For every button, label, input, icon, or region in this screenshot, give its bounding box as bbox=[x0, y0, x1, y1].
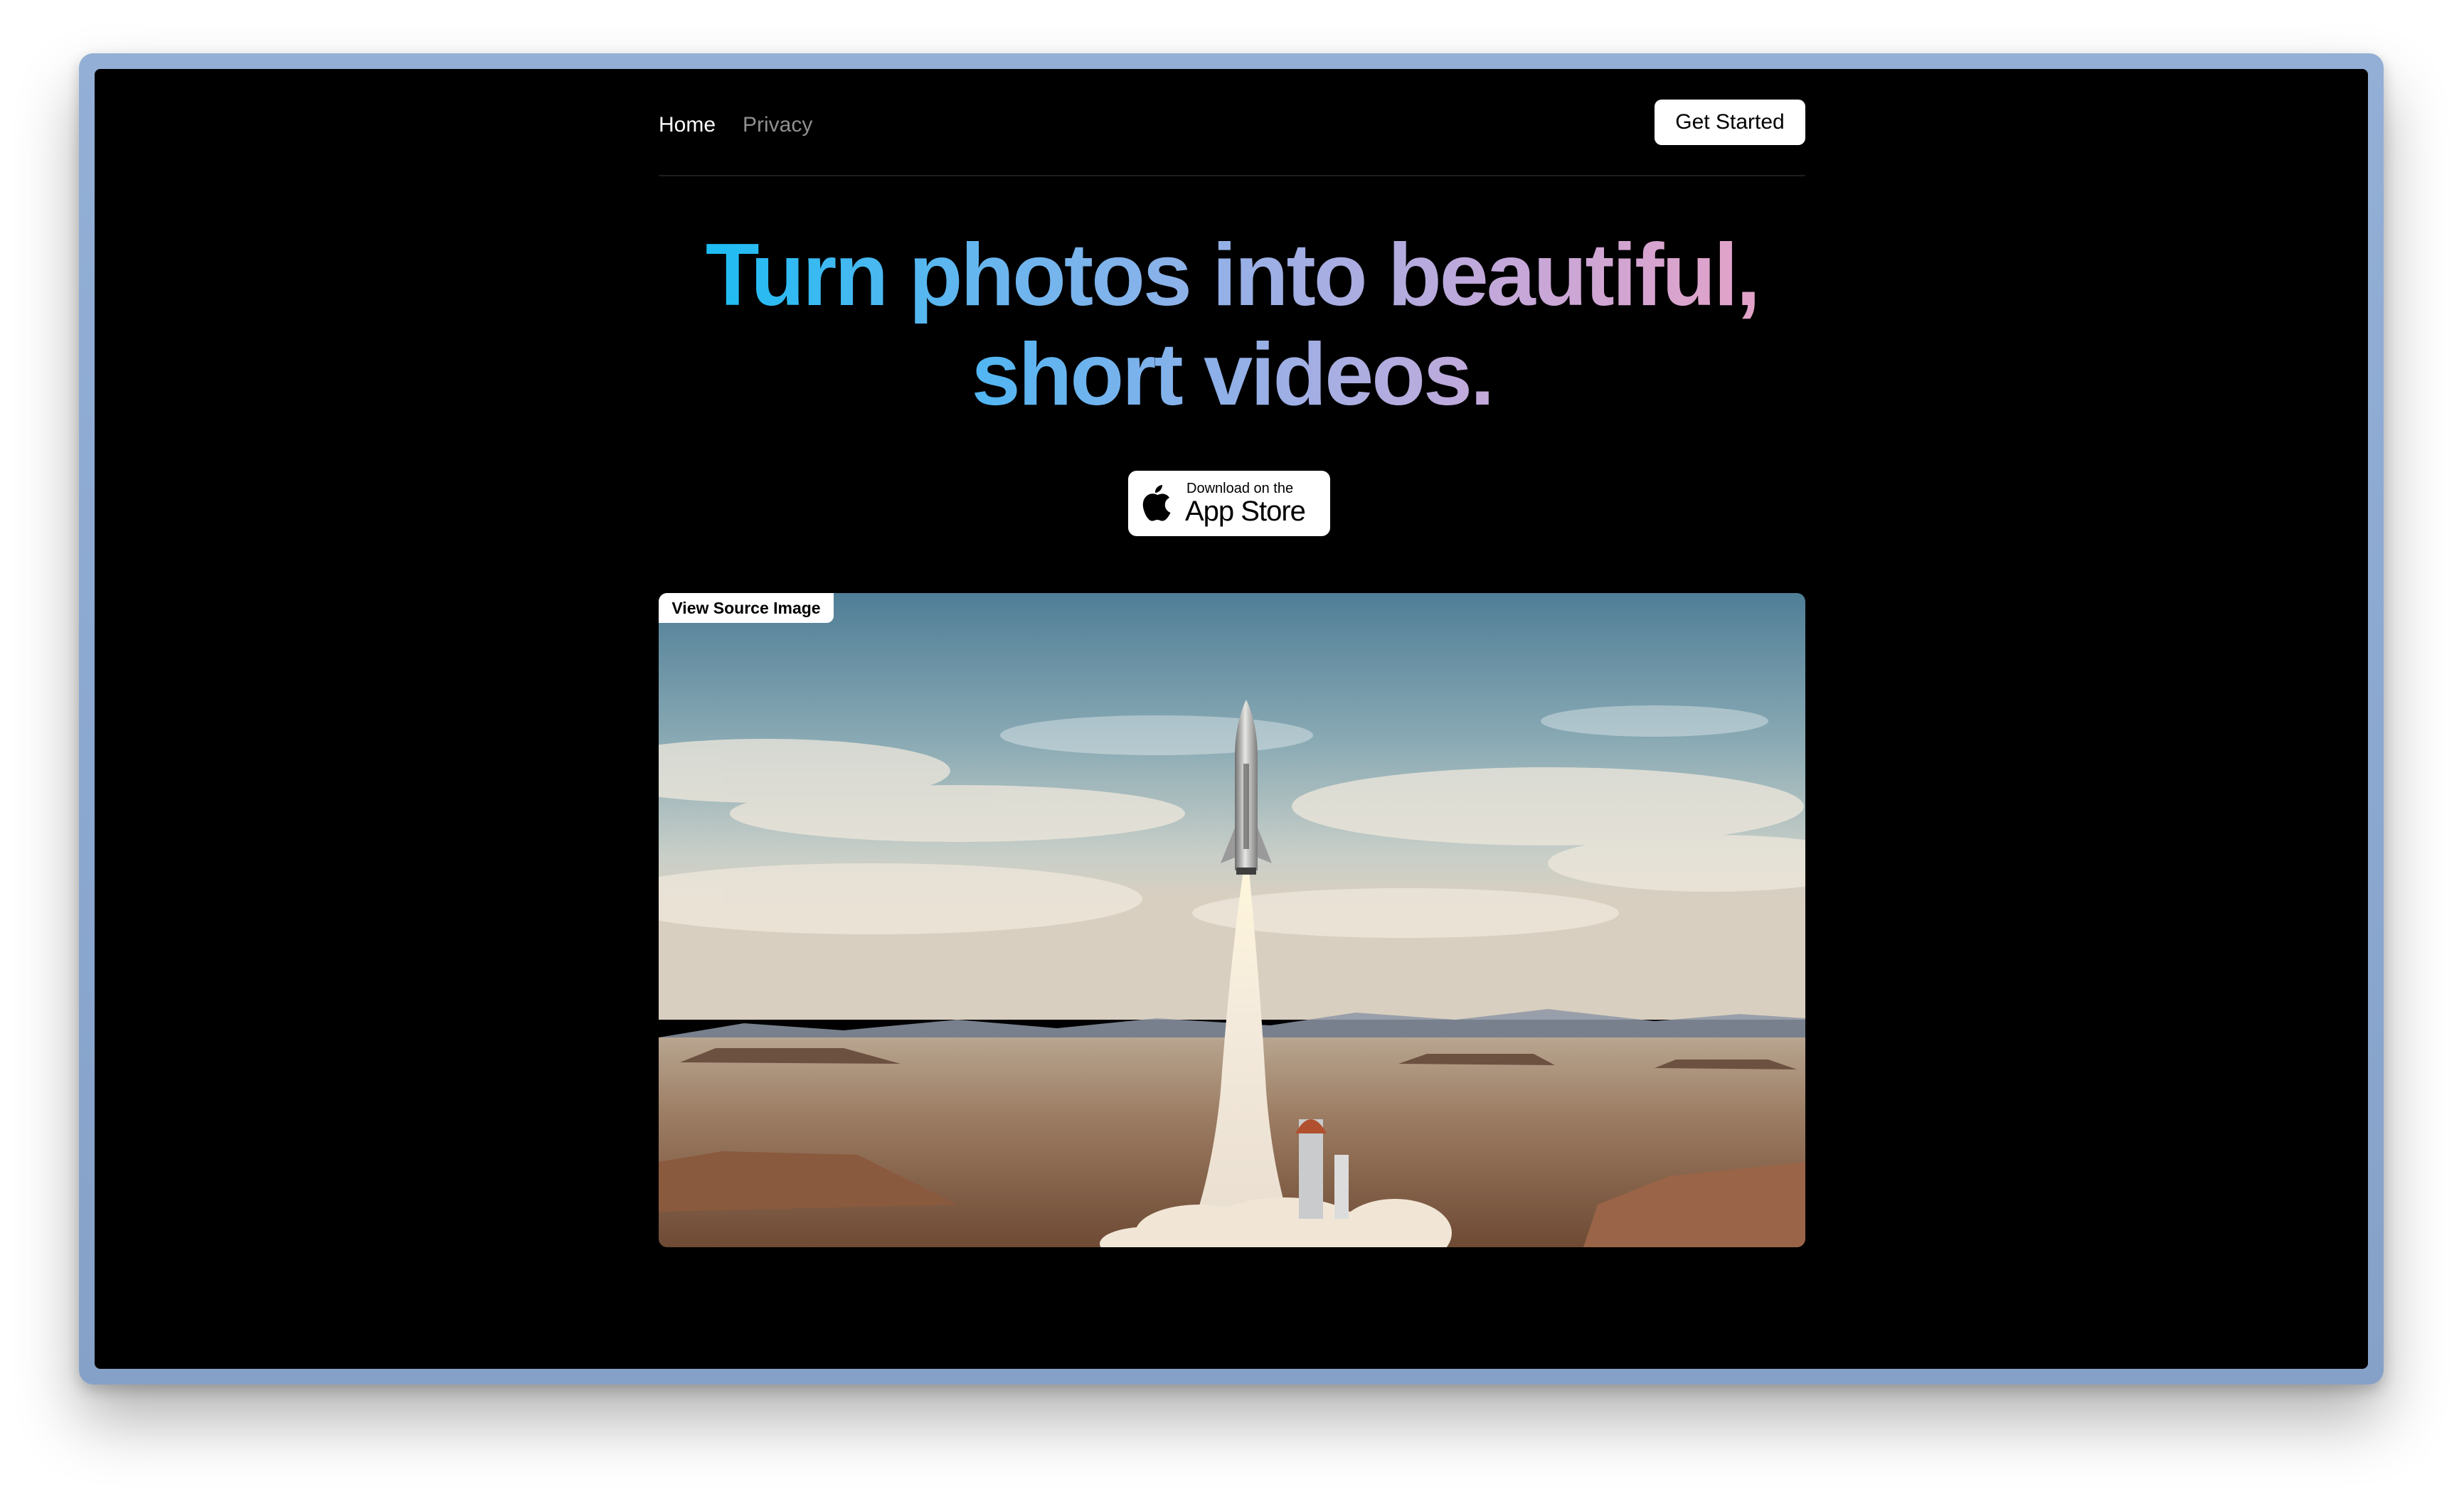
app-store-badge-button[interactable]: Download on the App Store bbox=[1128, 471, 1330, 536]
apple-icon bbox=[1142, 485, 1171, 521]
hero-title-line-2: short videos. bbox=[971, 326, 1495, 424]
page-viewport: Home Privacy Get Started Turn photos int… bbox=[95, 69, 2368, 1369]
get-started-button[interactable]: Get Started bbox=[1655, 100, 1805, 145]
hero-title: Turn photos into beautiful, short videos… bbox=[659, 225, 1805, 425]
nav-link-privacy[interactable]: Privacy bbox=[743, 109, 812, 142]
nav-link-home[interactable]: Home bbox=[659, 109, 716, 142]
rocket-launch-image bbox=[659, 593, 1805, 1247]
showcase-media: View Source Image bbox=[659, 593, 1805, 1247]
app-store-large-text: App Store bbox=[1185, 496, 1306, 527]
top-nav: Home Privacy Get Started bbox=[659, 69, 1805, 176]
view-source-image-button[interactable]: View Source Image bbox=[659, 593, 834, 623]
browser-window: Home Privacy Get Started Turn photos int… bbox=[79, 53, 2384, 1384]
page-content: Home Privacy Get Started Turn photos int… bbox=[659, 69, 1805, 1369]
hero-title-line-1: Turn photos into beautiful, bbox=[705, 226, 1761, 324]
app-store-small-text: Download on the bbox=[1186, 481, 1294, 496]
